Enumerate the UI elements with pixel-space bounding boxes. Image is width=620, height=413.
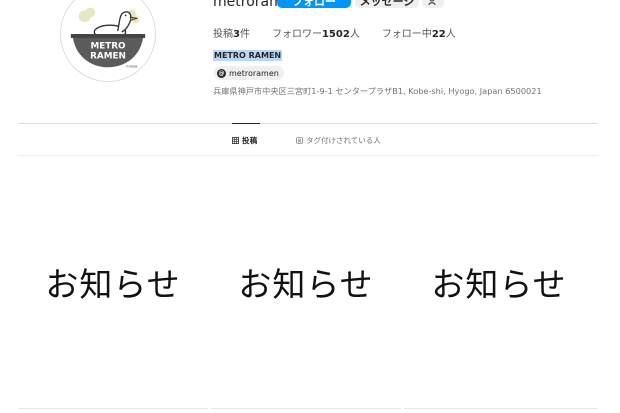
post-text: お知らせ (431, 265, 567, 304)
svg-text:RAMEN: RAMEN (90, 51, 126, 61)
threads-link[interactable]: @ metroramen (214, 66, 284, 80)
tab-posts[interactable]: 投稿 (232, 135, 258, 146)
post-bottom-edge (18, 408, 208, 409)
threads-icon: @ (217, 68, 226, 78)
following-count-stat[interactable]: フォロー中22人 (382, 25, 456, 40)
message-button[interactable]: メッセージ (355, 0, 419, 8)
grid-top-divider (18, 155, 598, 156)
post-tile[interactable]: お知らせ (211, 158, 401, 406)
profile-address: 兵庫県神戸市中央区三宮町1-9-1 センタープラザB1, Kobe-shi, H… (213, 86, 542, 96)
svg-text:METRO: METRO (90, 42, 126, 52)
tagged-person-icon (296, 137, 303, 144)
post-tile[interactable]: お知らせ (404, 158, 594, 406)
threads-handle: metroramen (229, 68, 279, 78)
post-bottom-edge (211, 408, 401, 409)
post-text: お知らせ (45, 265, 181, 304)
svg-text:©ORGB: ©ORGB (126, 64, 138, 68)
profile-avatar[interactable]: METRO RAMEN ©ORGB (60, 0, 156, 82)
tab-tagged-label: タグ付けされている人 (306, 136, 381, 145)
follow-button[interactable]: フォロー (277, 0, 351, 8)
post-tile[interactable]: お知らせ (18, 158, 208, 406)
posts-count-stat: 投稿3件 (213, 29, 250, 40)
active-tab-indicator (232, 123, 260, 124)
tab-tagged[interactable]: タグ付けされている人 (296, 135, 381, 146)
tabs-divider (18, 123, 598, 124)
person-add-icon (428, 0, 436, 6)
metro-ramen-logo: METRO RAMEN ©ORGB (61, 0, 155, 81)
followers-count-stat[interactable]: フォロワー1502人 (272, 25, 360, 40)
post-text: お知らせ (238, 265, 374, 304)
profile-display-name: METRO RAMEN (213, 50, 283, 61)
post-bottom-edge (404, 408, 598, 409)
grid-icon (232, 137, 239, 144)
profile-stats: 投稿3件 フォロワー1502人 フォロー中22人 (213, 25, 456, 40)
tab-posts-label: 投稿 (242, 136, 258, 145)
suggested-accounts-button[interactable] (422, 0, 444, 8)
